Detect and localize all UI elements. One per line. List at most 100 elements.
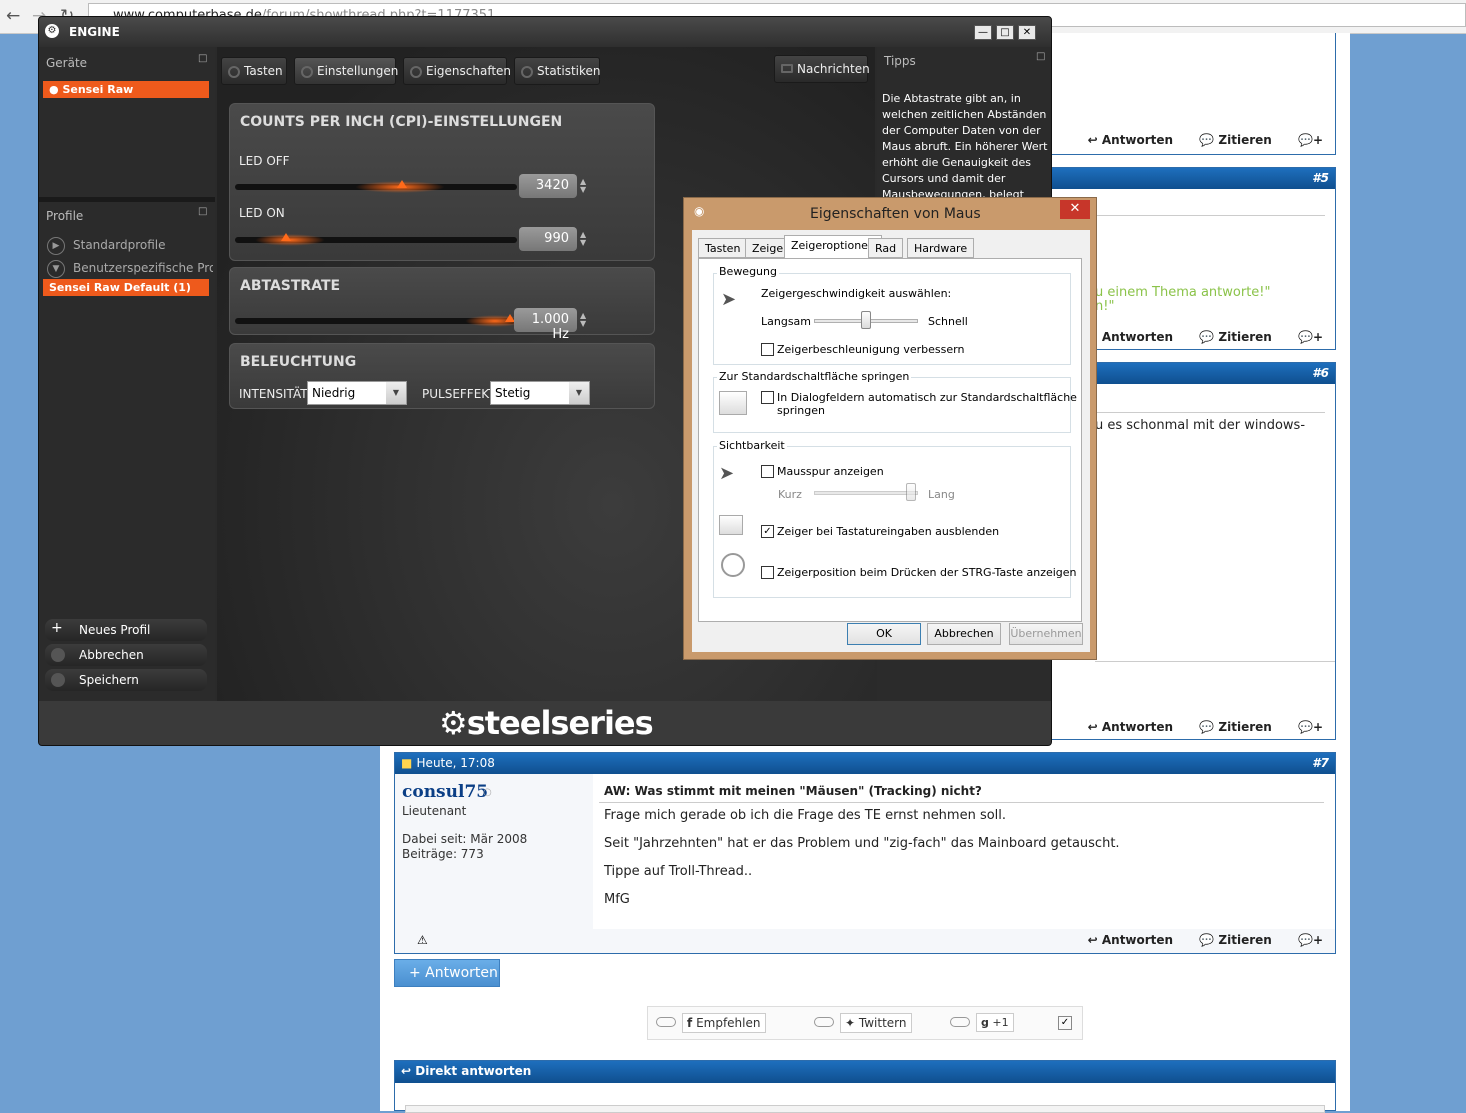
tab-icon [228,66,240,78]
profile-item[interactable]: Benutzerspezifische Pro [73,261,213,275]
tab-einstellungen[interactable]: Einstellungen [294,57,398,85]
tips-label: Tipps [884,54,916,68]
devices-label: Geräte [46,56,88,70]
author-posts: Beiträge: 773 [402,847,484,861]
intensity-select[interactable]: Niedrig ▼ [307,381,407,405]
quote-link[interactable]: 💬 Zitieren [1199,720,1272,734]
back-arrow-icon[interactable]: ← [6,6,20,26]
snap-to-checkbox[interactable] [761,391,774,404]
save-button[interactable]: Speichern [45,669,207,691]
quote-link[interactable]: 💬 Zitieren [1199,330,1272,344]
multiquote-icon[interactable]: 💬+ [1298,133,1323,147]
gplus-button[interactable]: g +1 [976,1013,1014,1032]
facebook-icon: f [687,1016,693,1030]
settings-check-icon[interactable]: ✓ [1058,1016,1072,1030]
reply-link[interactable]: ↩ Antworten [1088,933,1173,947]
enhance-precision-label[interactable]: Zeigerbeschleunigung verbessern [777,343,964,356]
pin-icon[interactable]: □ [1036,51,1045,62]
post-number[interactable]: #5 [1312,171,1329,185]
snap-to-label[interactable]: In Dialogfeldern automatisch zur Standar… [777,391,1077,404]
tab-rad[interactable]: Rad [868,238,904,258]
close-icon[interactable]: ✕ [1060,200,1090,219]
led-off-value[interactable]: 3420 [519,174,577,198]
cancel-button[interactable]: Abbrechen [927,623,1001,645]
post-actions: ↩ Antworten 💬 Zitieren 💬+ [1066,133,1323,147]
led-on-value[interactable]: 990 [519,227,577,251]
slider-thumb[interactable] [397,180,407,188]
reply-link[interactable]: ↩ Antworten [1088,330,1173,344]
trails-label[interactable]: Mausspur anzeigen [777,465,884,478]
close-icon[interactable]: ✕ [1018,25,1036,40]
enhance-precision-checkbox[interactable] [761,343,774,356]
ok-button[interactable]: OK [847,623,921,645]
tab-tasten[interactable]: Tasten [221,57,287,85]
intensity-label: INTENSITÄT [239,387,308,401]
speed-label: Zeigergeschwindigkeit auswählen: [761,287,952,300]
toggle-switch[interactable] [950,1017,970,1027]
snap-to-label-2[interactable]: springen [777,404,825,417]
report-warning-icon[interactable]: ⚠ [417,933,428,947]
left-panel: Geräte □ ● Sensei Raw Profile □ ▶ Standa… [39,47,215,701]
tips-text: Die Abtastrate gibt an, in welchen zeitl… [882,92,1048,201]
quote-link[interactable]: 💬 Zitieren [1199,133,1272,147]
maximize-icon[interactable]: □ [996,25,1014,40]
reply-button[interactable]: + Antworten [394,959,500,987]
pulse-select[interactable]: Stetig ▼ [490,381,590,405]
reply-link[interactable]: ↩ Antworten [1088,133,1173,147]
led-on-slider[interactable] [235,233,517,246]
messages-button[interactable]: Nachrichten [774,55,870,83]
chevron-right-icon[interactable]: ▶ [47,237,65,255]
hide-pointer-label[interactable]: Zeiger bei Tastatureingaben ausblenden [777,525,999,538]
panel-splitter[interactable] [39,197,215,202]
spinner-arrows-icon[interactable]: ▲ ▼ [580,312,590,328]
multiquote-icon[interactable]: 💬+ [1298,933,1323,947]
hide-pointer-checkbox[interactable]: ✓ [761,525,774,538]
pin-icon[interactable]: □ [198,206,207,217]
post-number[interactable]: #7 [1312,756,1329,770]
tab-statistiken[interactable]: Statistiken [514,57,601,85]
pin-icon[interactable]: □ [198,53,207,64]
slider-thumb[interactable] [281,233,291,241]
new-profile-button[interactable]: + Neues Profil [45,619,207,641]
pointer-trails-icon: ➤ [719,463,735,484]
apply-button[interactable]: Übernehmen [1009,623,1083,645]
led-off-slider[interactable] [235,180,517,193]
lighting-title: BELEUCHTUNG [240,354,357,370]
direct-reply-box: ↩ Direkt antworten [394,1060,1336,1113]
show-location-label[interactable]: Zeigerposition beim Drücken der STRG-Tas… [777,566,1077,579]
author-name[interactable]: consul75 [402,782,488,802]
post-date: Heute, 17:08 [416,756,495,770]
profile-item[interactable]: Standardprofile [73,238,166,252]
multiquote-icon[interactable]: 💬+ [1298,330,1323,344]
editor-toolbar [405,1105,1325,1113]
post-actions: ↩ Antworten 💬 Zitieren 💬+ [1066,720,1323,734]
facebook-recommend-button[interactable]: f Empfehlen [682,1013,766,1033]
offline-status-icon: ○ [483,787,492,798]
tab-tasten[interactable]: Tasten [698,238,748,258]
post-number[interactable]: #6 [1312,366,1329,380]
polling-rate-value[interactable]: 1.000 Hz [514,308,577,342]
polling-rate-slider[interactable] [235,314,525,327]
minimize-icon[interactable]: — [974,25,992,40]
tab-eigenschaften[interactable]: Eigenschaften [403,57,511,85]
trails-checkbox[interactable] [761,465,774,478]
profiles-label: Profile [46,209,84,223]
reply-link[interactable]: ↩ Antworten [1088,720,1173,734]
profile-item-selected[interactable]: Sensei Raw Default (1) [43,279,209,296]
device-item-sensei-raw[interactable]: ● Sensei Raw [43,81,209,98]
trails-slider-thumb[interactable] [906,483,916,501]
multiquote-icon[interactable]: 💬+ [1298,720,1323,734]
show-location-checkbox[interactable] [761,566,774,579]
chevron-down-icon[interactable]: ▼ [47,260,65,278]
cancel-button[interactable]: Abbrechen [45,644,207,666]
trails-slider[interactable] [814,491,918,495]
toggle-switch[interactable] [814,1017,834,1027]
toggle-switch[interactable] [656,1017,676,1027]
spinner-arrows-icon[interactable]: ▲ ▼ [580,178,590,194]
quote-link[interactable]: 💬 Zitieren [1199,933,1272,947]
twitter-button[interactable]: ✦ Twittern [840,1013,912,1033]
speed-slider-thumb[interactable] [861,311,871,329]
tab-hardware[interactable]: Hardware [907,238,975,258]
divider [599,802,1324,803]
spinner-arrows-icon[interactable]: ▲ ▼ [580,231,590,247]
